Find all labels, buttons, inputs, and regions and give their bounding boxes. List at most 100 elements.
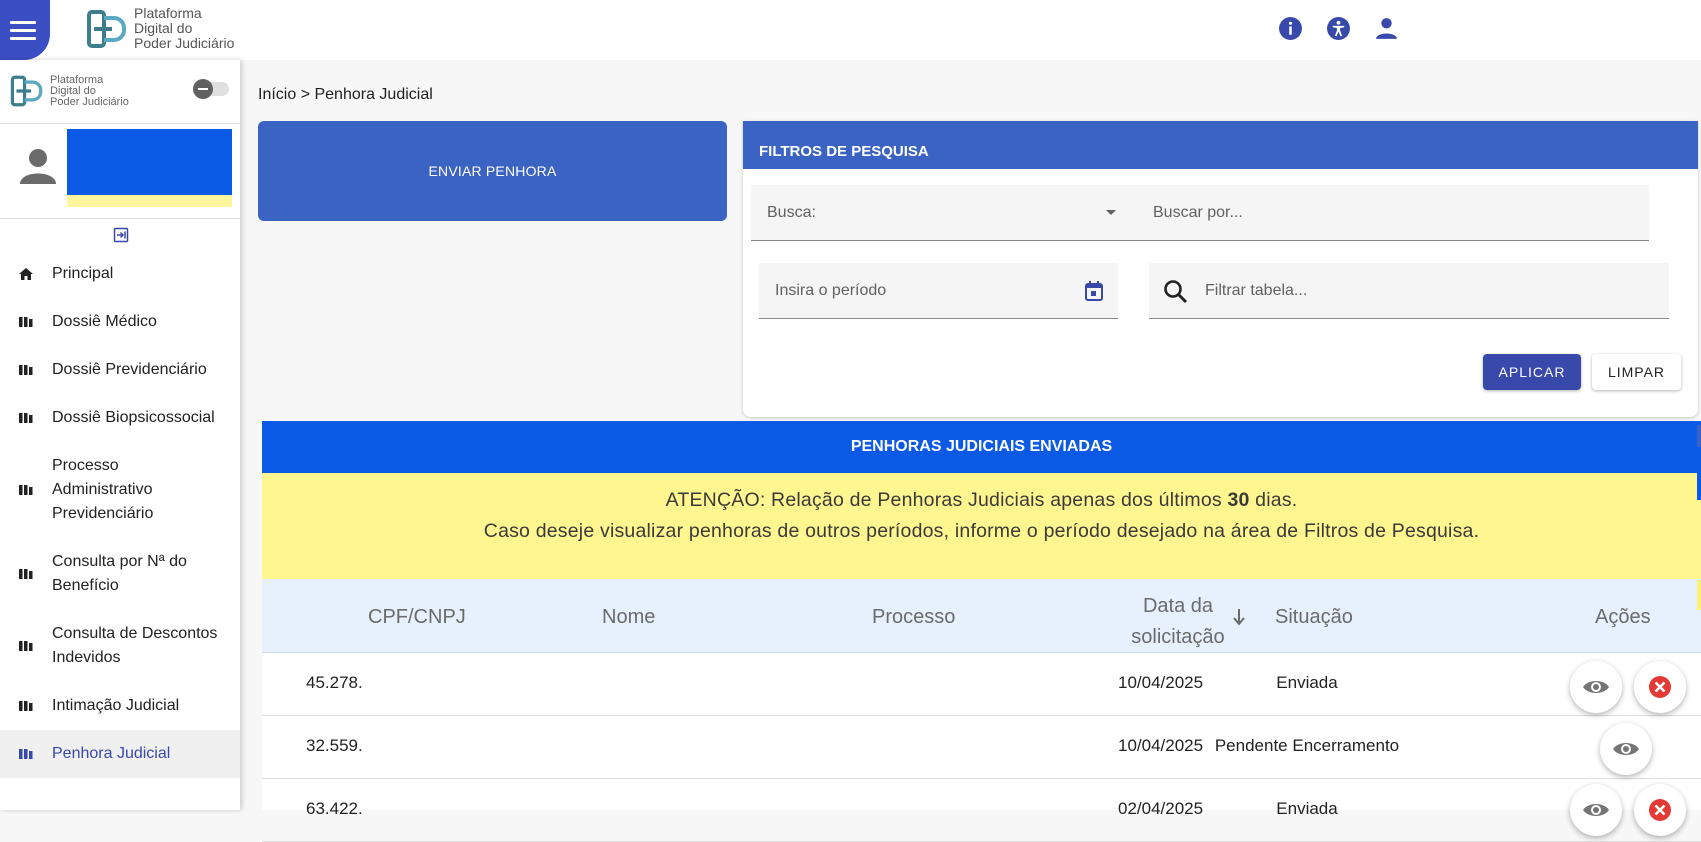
col-nome[interactable]: Nome bbox=[602, 606, 655, 629]
attention-text: dias. bbox=[1249, 489, 1298, 511]
home-icon bbox=[19, 268, 33, 280]
busca-label: Busca: bbox=[767, 203, 816, 221]
table-header: CPF/CNPJ Nome Processo Data da solicitaç… bbox=[262, 579, 1701, 653]
close-circle-icon bbox=[1649, 799, 1671, 821]
table-title: PENHORAS JUDICIAIS ENVIADAS bbox=[262, 421, 1701, 473]
enviar-penhora-button[interactable]: ENVIAR PENHORA bbox=[258, 121, 727, 221]
accessibility-icon[interactable] bbox=[1326, 16, 1351, 41]
buscar-por-placeholder: Buscar por... bbox=[1153, 203, 1243, 221]
col-data-line2: solicitação bbox=[1131, 626, 1225, 648]
cancel-button[interactable] bbox=[1634, 784, 1686, 836]
sidebar-item-consulta-descontos[interactable]: Consulta de Descontos Indevidos bbox=[0, 610, 240, 682]
sidebar-logo: Plataforma Digital do Poder Judiciário bbox=[10, 72, 129, 110]
menu-icon[interactable] bbox=[0, 0, 50, 60]
edge-strip bbox=[1697, 580, 1701, 610]
pdpj-logo-icon bbox=[87, 9, 126, 48]
table-row: 32.559. 10/04/2025 Pendente Encerramento bbox=[262, 716, 1701, 779]
periodo-placeholder: Insira o período bbox=[775, 281, 887, 299]
sidebar-item-consulta-beneficio[interactable]: Consulta por Nª do Benefício bbox=[0, 538, 240, 610]
cell-cpf: 45.278. bbox=[306, 673, 363, 692]
col-situacao[interactable]: Situação bbox=[1275, 606, 1353, 629]
sidebar-item-dossie-medico[interactable]: Dossiê Médico bbox=[0, 298, 240, 346]
app-logo: Plataforma Digital do Poder Judiciário bbox=[86, 6, 234, 51]
divider bbox=[0, 218, 240, 219]
sidebar-item-label: Dossiê Médico bbox=[52, 313, 157, 330]
cell-situacao: Pendente Encerramento bbox=[1214, 736, 1400, 755]
col-acoes: Ações bbox=[1595, 606, 1651, 628]
filtrar-tabela-input[interactable]: Filtrar tabela... bbox=[1149, 263, 1669, 319]
table-row: 63.422. 02/04/2025 Enviada bbox=[262, 779, 1701, 842]
view-button[interactable] bbox=[1600, 723, 1652, 775]
attention-days: 30 bbox=[1227, 489, 1250, 511]
pdpj-logo-icon bbox=[10, 75, 43, 107]
sidebar-item-label: Consulta por Nª do Benefício bbox=[52, 553, 187, 594]
menu-book-icon bbox=[19, 413, 33, 423]
sidebar-item-label: Processo Administrativo Previdenciário bbox=[52, 457, 154, 522]
divider bbox=[0, 123, 240, 124]
eye-icon bbox=[1583, 681, 1609, 693]
sidebar-item-penhora-judicial[interactable]: Penhora Judicial bbox=[0, 730, 240, 778]
logo-line: Digital do bbox=[50, 84, 96, 97]
penhoras-table-panel: PENHORAS JUDICIAIS ENVIADAS ATENÇÃO: Rel… bbox=[262, 421, 1701, 842]
menu-book-icon bbox=[19, 365, 33, 375]
sidebar-item-processo-administrativo[interactable]: Processo Administrativo Previdenciário bbox=[0, 442, 240, 538]
col-data-line1: Data da bbox=[1142, 595, 1214, 617]
cancel-button[interactable] bbox=[1634, 661, 1686, 713]
sort-arrow-down-icon[interactable] bbox=[1232, 608, 1246, 626]
filters-panel: FILTROS DE PESQUISA Busca: Buscar por...… bbox=[743, 121, 1698, 417]
sidebar-item-dossie-biopsicossocial[interactable]: Dossiê Biopsicossocial bbox=[0, 394, 240, 442]
sidebar-item-dossie-previdenciario[interactable]: Dossiê Previdenciário bbox=[0, 346, 240, 394]
collapse-sidebar-icon[interactable] bbox=[113, 227, 129, 243]
logo-line: Poder Judiciário bbox=[134, 35, 235, 51]
attention-banner: ATENÇÃO: Relação de Penhoras Judiciais a… bbox=[262, 473, 1701, 579]
chevron-down-icon bbox=[1106, 210, 1116, 215]
filtrar-placeholder: Filtrar tabela... bbox=[1205, 281, 1308, 299]
info-icon[interactable] bbox=[1278, 16, 1303, 41]
buscar-por-input[interactable]: Buscar por... bbox=[1131, 185, 1649, 241]
menu-book-icon bbox=[19, 749, 33, 759]
eye-icon bbox=[1613, 743, 1639, 755]
logo-line: Plataforma bbox=[134, 5, 202, 21]
attention-line-1: ATENÇÃO: Relação de Penhoras Judiciais a… bbox=[262, 485, 1701, 516]
table-row: 45.278. 10/04/2025 Enviada bbox=[262, 653, 1701, 716]
menu-book-icon bbox=[19, 485, 33, 495]
sidebar-item-intimacao-judicial[interactable]: Intimação Judicial bbox=[0, 682, 240, 730]
calendar-icon[interactable] bbox=[1084, 280, 1104, 302]
sidebar-item-principal[interactable]: Principal bbox=[0, 250, 240, 298]
view-button[interactable] bbox=[1570, 784, 1622, 836]
cell-situacao: Enviada bbox=[1276, 673, 1338, 692]
breadcrumb[interactable]: Início > Penhora Judicial bbox=[258, 86, 433, 104]
limpar-button[interactable]: LIMPAR bbox=[1592, 354, 1681, 390]
periodo-input[interactable]: Insira o período bbox=[759, 263, 1118, 319]
user-info-strip bbox=[67, 195, 232, 207]
sidebar-item-label: Consulta de Descontos Indevidos bbox=[52, 625, 218, 666]
close-circle-icon bbox=[1649, 676, 1671, 698]
logo-line: Plataforma bbox=[50, 73, 104, 86]
cell-cpf: 63.422. bbox=[306, 799, 363, 818]
menu-book-icon bbox=[19, 701, 33, 711]
theme-toggle[interactable] bbox=[193, 79, 229, 99]
col-data[interactable]: Data da solicitação bbox=[1119, 591, 1237, 653]
col-cpf[interactable]: CPF/CNPJ bbox=[368, 606, 466, 629]
aplicar-button[interactable]: APLICAR bbox=[1483, 354, 1581, 390]
view-button[interactable] bbox=[1570, 661, 1622, 713]
busca-select[interactable]: Busca: bbox=[751, 185, 1131, 241]
cell-cpf: 32.559. bbox=[306, 736, 363, 755]
logo-line: Poder Judiciário bbox=[50, 95, 129, 108]
menu-book-icon bbox=[19, 641, 33, 651]
toggle-knob[interactable] bbox=[193, 79, 213, 99]
logo-line: Digital do bbox=[134, 20, 193, 36]
menu-book-icon bbox=[19, 317, 33, 327]
cell-situacao: Enviada bbox=[1276, 799, 1338, 818]
col-processo[interactable]: Processo bbox=[872, 606, 955, 629]
attention-line-2: Caso deseje visualizar penhoras de outro… bbox=[483, 520, 1480, 542]
top-bar: Plataforma Digital do Poder Judiciário bbox=[0, 0, 1701, 60]
avatar-icon bbox=[20, 149, 56, 184]
sidebar-item-label: Dossiê Previdenciário bbox=[52, 361, 207, 378]
user-icon[interactable] bbox=[1374, 16, 1399, 41]
edge-strip bbox=[1697, 470, 1701, 500]
eye-icon bbox=[1583, 804, 1609, 816]
filters-title: FILTROS DE PESQUISA bbox=[743, 121, 1698, 169]
search-icon bbox=[1164, 280, 1188, 304]
user-info-box bbox=[67, 129, 232, 195]
